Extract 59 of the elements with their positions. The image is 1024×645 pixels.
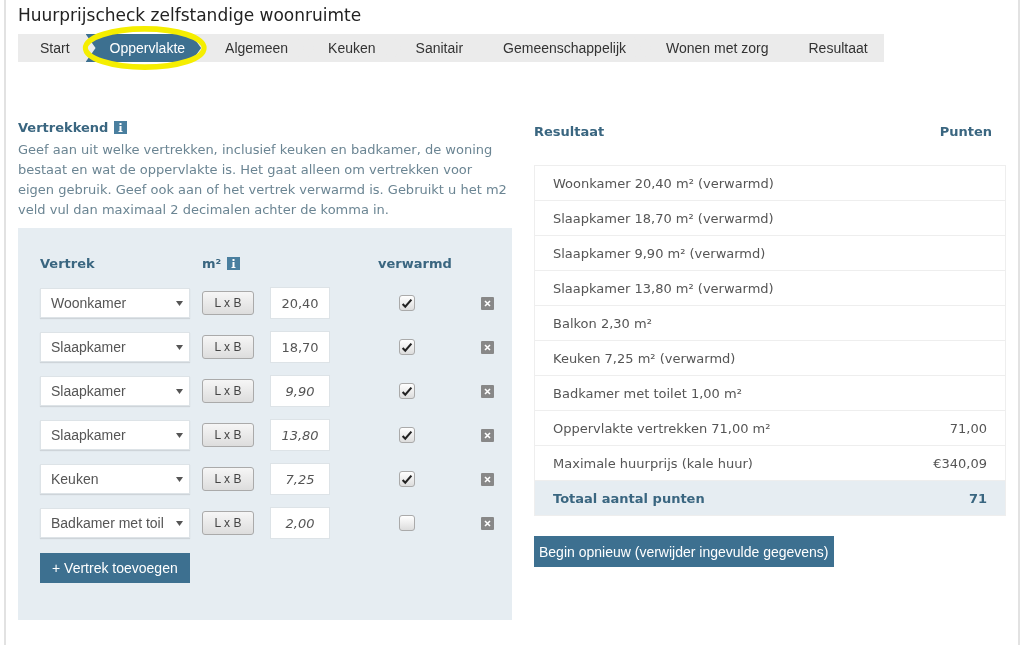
heated-checkbox[interactable] (399, 295, 415, 311)
delete-icon[interactable] (480, 296, 494, 310)
result-label: Totaal aantal punten (534, 480, 884, 516)
info-icon[interactable] (114, 121, 128, 134)
room-dropdown[interactable]: Keuken (40, 464, 190, 494)
dimensions-button[interactable]: L x B (202, 467, 254, 491)
heated-checkbox[interactable] (399, 471, 415, 487)
room-dropdown[interactable]: Badkamer met toil (40, 508, 190, 538)
delete-icon[interactable] (480, 472, 494, 486)
delete-icon[interactable] (480, 340, 494, 354)
caret-icon (176, 432, 183, 438)
caret-icon (176, 300, 183, 306)
section-description: Geef aan uit welke vertrekken, inclusief keuken en badkamer, de woning bestaat en wat de oppervlakte is. Het gaat alleen om vertrekken voor eigen gebruik. Geef ook aan of het vertrek verwarmd is. Gebruikt u het m2 veld vul dan maximaal 2 decimalen achter de komma in. (18, 141, 508, 219)
caret-icon (176, 344, 183, 350)
dimensions-button[interactable]: L x B (202, 511, 254, 535)
result-label: Badkamer met toilet 1,00 m² (534, 375, 884, 411)
area-field[interactable]: 2,00 (270, 507, 330, 539)
result-label: Balkon 2,30 m² (534, 305, 884, 341)
delete-icon[interactable] (480, 516, 494, 530)
column-header: Vertrek (40, 256, 96, 271)
area-field[interactable]: 13,80 (270, 419, 330, 451)
dimensions-button[interactable]: L x B (202, 423, 254, 447)
result-label: Slaapkamer 18,70 m² (verwarmd) (534, 200, 884, 236)
result-value: 71,00 (883, 410, 1006, 446)
reset-button[interactable]: Begin opnieuw (verwijder ingevulde gegevens) (534, 536, 834, 567)
area-field[interactable]: 20,40 (270, 287, 330, 319)
column-header: verwarmd (378, 256, 452, 271)
page-title: Huurprijscheck zelfstandige woonruimte (18, 4, 362, 26)
dimensions-button[interactable]: L x B (202, 291, 254, 315)
result-heading: Resultaat (534, 124, 605, 139)
area-field[interactable]: 18,70 (270, 331, 330, 363)
points-heading: Punten (939, 124, 992, 139)
add-room-button[interactable]: + Vertrek toevoegen (40, 553, 190, 583)
result-value: 71 (883, 480, 1006, 516)
heated-checkbox[interactable] (399, 427, 415, 443)
heated-checkbox[interactable] (399, 383, 415, 399)
dimensions-button[interactable]: L x B (202, 379, 254, 403)
caret-icon (176, 388, 183, 394)
dimensions-button[interactable]: L x B (202, 335, 254, 359)
column-header: m² (202, 256, 222, 271)
caret-icon (176, 520, 183, 526)
room-dropdown[interactable]: Slaapkamer (40, 332, 190, 362)
caret-icon (176, 476, 183, 482)
result-label: Oppervlakte vertrekken 71,00 m² (534, 410, 884, 446)
area-field[interactable]: 9,90 (270, 375, 330, 407)
result-label: Keuken 7,25 m² (verwarmd) (534, 340, 884, 376)
delete-icon[interactable] (480, 428, 494, 442)
result-label: Woonkamer 20,40 m² (verwarmd) (534, 165, 884, 201)
result-label: Slaapkamer 13,80 m² (verwarmd) (534, 270, 884, 306)
heated-checkbox[interactable] (399, 515, 415, 531)
area-field[interactable]: 7,25 (270, 463, 330, 495)
room-dropdown[interactable]: Slaapkamer (40, 420, 190, 450)
delete-icon[interactable] (480, 384, 494, 398)
room-dropdown[interactable]: Slaapkamer (40, 376, 190, 406)
info-icon[interactable] (227, 257, 241, 270)
section-heading: Vertrekkend (18, 120, 109, 135)
heated-checkbox[interactable] (399, 339, 415, 355)
room-dropdown[interactable]: Woonkamer (40, 288, 190, 318)
result-label: Slaapkamer 9,90 m² (verwarmd) (534, 235, 884, 271)
